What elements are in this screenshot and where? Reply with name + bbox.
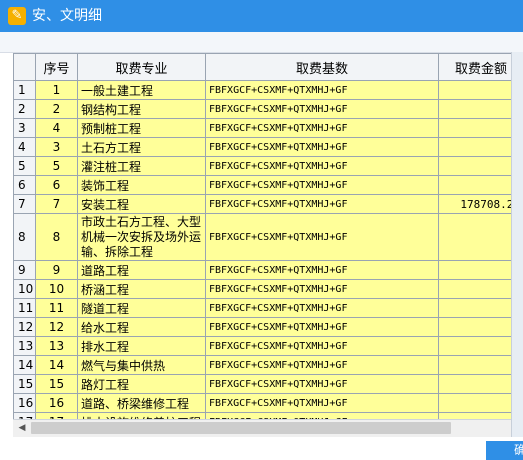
fee-base-cell[interactable]: FBFXGCF+CSXMF+QTXMHJ+GF: [205, 336, 439, 356]
seq-cell[interactable]: 15: [35, 374, 78, 394]
row-number-cell: 16: [13, 393, 36, 413]
fee-base-cell[interactable]: FBFXGCF+CSXMF+QTXMHJ+GF: [205, 317, 439, 337]
seq-cell[interactable]: 8: [35, 213, 78, 261]
table-header-row: 序号 取费专业 取费基数 取费金额: [13, 53, 523, 81]
fee-category-cell[interactable]: 装饰工程: [77, 175, 206, 195]
fee-base-cell[interactable]: FBFXGCF+CSXMF+QTXMHJ+GF: [205, 260, 439, 280]
seq-cell[interactable]: 16: [35, 393, 78, 413]
fee-category-cell[interactable]: 土石方工程: [77, 137, 206, 157]
table-row[interactable]: 11一般土建工程FBFXGCF+CSXMF+QTXMHJ+GF0: [13, 80, 523, 100]
fee-base-cell[interactable]: FBFXGCF+CSXMF+QTXMHJ+GF: [205, 175, 439, 195]
table-row[interactable]: 66装饰工程FBFXGCF+CSXMF+QTXMHJ+GF0: [13, 175, 523, 195]
window-subbar: [0, 32, 523, 53]
window-title: 安、文明细: [32, 8, 102, 24]
scrollbar-thumb[interactable]: [31, 422, 451, 434]
seq-cell[interactable]: 10: [35, 279, 78, 299]
fee-category-cell[interactable]: 排水工程: [77, 336, 206, 356]
seq-cell[interactable]: 2: [35, 99, 78, 119]
table-row[interactable]: 1313排水工程FBFXGCF+CSXMF+QTXMHJ+GF0: [13, 336, 523, 356]
row-number-cell: 14: [13, 355, 36, 375]
vertical-scrollbar[interactable]: [511, 52, 523, 460]
fee-base-cell[interactable]: FBFXGCF+CSXMF+QTXMHJ+GF: [205, 80, 439, 100]
table-row[interactable]: 1010桥涵工程FBFXGCF+CSXMF+QTXMHJ+GF0: [13, 279, 523, 299]
fee-category-cell[interactable]: 道路、桥梁维修工程: [77, 393, 206, 413]
fee-category-cell[interactable]: 隧道工程: [77, 298, 206, 318]
row-number-cell: 12: [13, 317, 36, 337]
row-number-cell: 9: [13, 260, 36, 280]
seq-cell[interactable]: 11: [35, 298, 78, 318]
fee-base-cell[interactable]: FBFXGCF+CSXMF+QTXMHJ+GF: [205, 194, 439, 214]
fee-base-cell[interactable]: FBFXGCF+CSXMF+QTXMHJ+GF: [205, 156, 439, 176]
fee-base-cell[interactable]: FBFXGCF+CSXMF+QTXMHJ+GF: [205, 118, 439, 138]
fee-category-cell[interactable]: 市政土石方工程、大型机械一次安拆及场外运输、拆除工程: [77, 213, 206, 261]
table-row[interactable]: 55灌注桩工程FBFXGCF+CSXMF+QTXMHJ+GF0: [13, 156, 523, 176]
table-row[interactable]: 43土石方工程FBFXGCF+CSXMF+QTXMHJ+GF0: [13, 137, 523, 157]
scroll-left-icon[interactable]: ◀: [15, 421, 29, 436]
window-titlebar[interactable]: ✎ 安、文明细: [0, 0, 523, 32]
table-row[interactable]: 99道路工程FBFXGCF+CSXMF+QTXMHJ+GF0: [13, 260, 523, 280]
row-number-cell: 4: [13, 137, 36, 157]
fee-detail-grid: 序号 取费专业 取费基数 取费金额 1 1 一般土建工程 FBFXGCF+CSXMF+…: [13, 53, 523, 419]
seq-cell[interactable]: 7: [35, 194, 78, 214]
row-number-cell: 3: [13, 118, 36, 138]
fee-base-cell[interactable]: FBFXGCF+CSXMF+QTXMHJ+GF: [205, 393, 439, 413]
fee-category-cell[interactable]: 灌注桩工程: [77, 156, 206, 176]
table-row[interactable]: 7 7 安装工程 FBFXGCF+CSXMF+QTXMHJ+GF 178708.25: [13, 194, 523, 214]
seq-cell[interactable]: 13: [35, 336, 78, 356]
fee-base-cell[interactable]: FBFXGCF+CSXMF+QTXMHJ+GF: [205, 99, 439, 119]
fee-base-cell[interactable]: FBFXGCF+CSXMF+QTXMHJ+GF: [205, 355, 439, 375]
fee-category-cell[interactable]: 燃气与集中供热: [77, 355, 206, 375]
table-row[interactable]: 34预制桩工程FBFXGCF+CSXMF+QTXMHJ+GF0: [13, 118, 523, 138]
rownum-header: [13, 53, 36, 81]
fee-base-cell[interactable]: FBFXGCF+CSXMF+QTXMHJ+GF: [205, 374, 439, 394]
table-row[interactable]: 1414燃气与集中供热FBFXGCF+CSXMF+QTXMHJ+GF0: [13, 355, 523, 375]
fee-table: 序号 取费专业 取费基数 取费金额 1 1 一般土建工程 FBFXGCF+CSXMF+…: [13, 53, 523, 419]
row-number-cell: 15: [13, 374, 36, 394]
row-number-cell: 1: [13, 80, 36, 100]
fee-base-cell[interactable]: FBFXGCF+CSXMF+QTXMHJ+GF: [205, 298, 439, 318]
base-header[interactable]: 取费基数: [205, 53, 439, 81]
seq-cell[interactable]: 1: [35, 80, 78, 100]
table-row[interactable]: 1515路灯工程FBFXGCF+CSXMF+QTXMHJ+GF0: [13, 374, 523, 394]
seq-cell[interactable]: 12: [35, 317, 78, 337]
row-number-cell: 7: [13, 194, 36, 214]
fee-category-cell[interactable]: 路灯工程: [77, 374, 206, 394]
fee-category-cell[interactable]: 钢结构工程: [77, 99, 206, 119]
fee-base-cell[interactable]: FBFXGCF+CSXMF+QTXMHJ+GF: [205, 137, 439, 157]
fee-category-cell[interactable]: 安装工程: [77, 194, 206, 214]
table-row[interactable]: 1616道路、桥梁维修工程FBFXGCF+CSXMF+QTXMHJ+GF0: [13, 393, 523, 413]
row-number-cell: 2: [13, 99, 36, 119]
row-number-cell: 10: [13, 279, 36, 299]
name-header[interactable]: 取费专业: [77, 53, 206, 81]
table-row[interactable]: 1111隧道工程FBFXGCF+CSXMF+QTXMHJ+GF0: [13, 298, 523, 318]
row-number-cell: 6: [13, 175, 36, 195]
fee-category-cell[interactable]: 桥涵工程: [77, 279, 206, 299]
seq-cell[interactable]: 3: [35, 137, 78, 157]
horizontal-scrollbar[interactable]: ◀: [13, 419, 511, 437]
row-number-cell: 5: [13, 156, 36, 176]
dialog-footer: [0, 437, 523, 460]
table-row[interactable]: 8 8 市政土石方工程、大型机械一次安拆及场外运输、拆除工程 FBFXGCF+CSXM…: [13, 213, 523, 261]
pencil-icon: ✎: [8, 7, 26, 25]
fee-category-cell[interactable]: 一般土建工程: [77, 80, 206, 100]
confirm-button[interactable]: 确: [486, 441, 523, 460]
seq-header[interactable]: 序号: [35, 53, 78, 81]
table-row[interactable]: 1212给水工程FBFXGCF+CSXMF+QTXMHJ+GF0: [13, 317, 523, 337]
fee-category-cell[interactable]: 预制桩工程: [77, 118, 206, 138]
fee-category-cell[interactable]: 道路工程: [77, 260, 206, 280]
seq-cell[interactable]: 5: [35, 156, 78, 176]
seq-cell[interactable]: 14: [35, 355, 78, 375]
seq-cell[interactable]: 4: [35, 118, 78, 138]
fee-base-cell[interactable]: FBFXGCF+CSXMF+QTXMHJ+GF: [205, 213, 439, 261]
fee-category-cell[interactable]: 给水工程: [77, 317, 206, 337]
row-number-cell: 8: [13, 213, 36, 261]
table-row[interactable]: 22钢结构工程FBFXGCF+CSXMF+QTXMHJ+GF0: [13, 99, 523, 119]
seq-cell[interactable]: 9: [35, 260, 78, 280]
row-number-cell: 13: [13, 336, 36, 356]
fee-base-cell[interactable]: FBFXGCF+CSXMF+QTXMHJ+GF: [205, 279, 439, 299]
seq-cell[interactable]: 6: [35, 175, 78, 195]
row-number-cell: 11: [13, 298, 36, 318]
